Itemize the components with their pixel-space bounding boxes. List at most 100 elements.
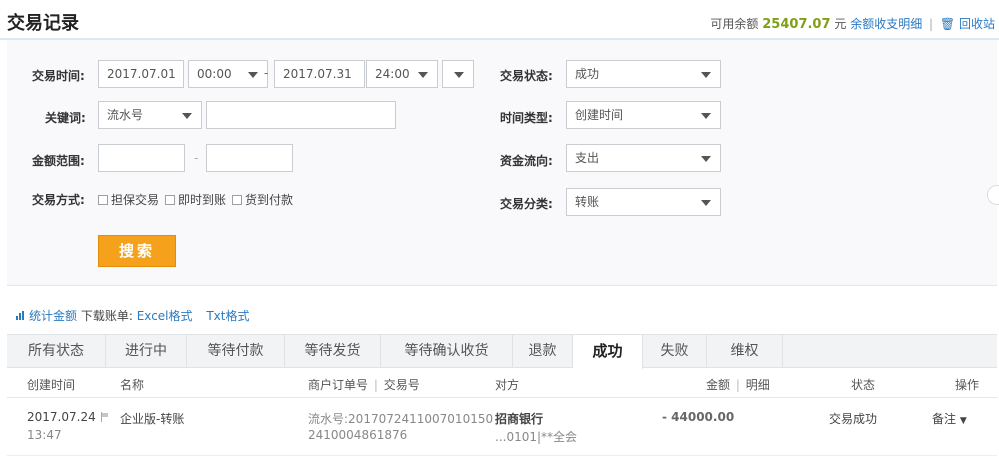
checkbox-box[interactable]	[165, 195, 175, 205]
end-date-field[interactable]: 2017.07.31	[274, 60, 365, 88]
instant-checkbox[interactable]: 即时到账	[165, 191, 226, 208]
start-time-select[interactable]: 00:00	[188, 60, 268, 88]
tab-success[interactable]: 成功	[573, 335, 643, 369]
col-name: 名称	[120, 378, 145, 392]
guarantee-checkbox[interactable]: 担保交易	[98, 191, 159, 208]
status-tabs: 所有状态 进行中 等待付款 等待发货 等待确认收货 退款 成功 失败 维权	[7, 334, 997, 369]
chevron-down-icon: ▼	[959, 416, 967, 426]
checkbox-box[interactable]	[98, 195, 108, 205]
trade-mode-label: 交易方式:	[32, 193, 85, 207]
tab-awaiting-shipment[interactable]: 等待发货	[285, 335, 381, 368]
tab-in-progress[interactable]: 进行中	[106, 335, 187, 368]
col-order-label: 商户订单号	[308, 378, 369, 392]
amount-range-separator: -	[194, 151, 199, 165]
keyword-type-value: 流水号	[107, 108, 144, 122]
col-amount-label: 金额	[706, 378, 731, 392]
col-detail-label: 明细	[745, 378, 770, 392]
tab-all-status[interactable]: 所有状态	[7, 335, 106, 368]
balance-value: 25407.07	[762, 17, 831, 32]
row-amount: - 44000.00	[662, 410, 735, 424]
chevron-down-icon	[701, 200, 711, 206]
chevron-down-icon	[248, 72, 258, 78]
time-label: 交易时间:	[32, 69, 85, 83]
chevron-down-icon	[182, 113, 192, 119]
trash-icon[interactable]: 🗑	[940, 17, 955, 31]
instant-label: 即时到账	[178, 193, 227, 207]
row-counterparty: 招商银行	[495, 412, 544, 426]
balance-area: 可用余额 25407.07 元 余额收支明细 | 🗑 回收站	[710, 15, 995, 32]
row-date: 2017.07.24	[27, 410, 96, 424]
tab-rights[interactable]: 维权	[707, 335, 783, 368]
header-divider: |	[929, 17, 934, 31]
amount-label: 金额范围:	[32, 154, 85, 168]
quick-range-select[interactable]	[442, 60, 474, 88]
search-button[interactable]: 搜索	[98, 235, 176, 267]
cod-label: 货到付款	[245, 193, 294, 207]
end-time-select[interactable]: 24:00	[366, 60, 438, 88]
excel-download-link[interactable]: Excel格式	[137, 309, 193, 323]
chevron-down-icon	[454, 72, 464, 78]
row-status: 交易成功	[829, 412, 878, 426]
filter-panel: 交易时间: 2017.07.01 00:00 - 2017.07.31 24:0…	[7, 40, 997, 286]
start-time-value: 00:00	[197, 67, 232, 81]
row-time: 13:47	[27, 428, 62, 442]
fund-flow-label: 资金流向:	[500, 154, 553, 168]
col-order: 商户订单号 | 交易号	[308, 376, 420, 393]
checkbox-box[interactable]	[232, 195, 242, 205]
recycle-bin-link[interactable]: 回收站	[959, 17, 995, 31]
flag-icon[interactable]	[101, 411, 109, 425]
chevron-down-icon	[418, 72, 428, 78]
col-amount-sep: |	[735, 378, 740, 392]
balance-unit: 元	[834, 17, 847, 31]
col-action: 操作	[955, 378, 980, 392]
status-value: 成功	[575, 67, 600, 81]
keyword-input[interactable]	[206, 101, 396, 129]
col-amount: 金额 | 明细	[706, 376, 770, 393]
cod-checkbox[interactable]: 货到付款	[232, 191, 293, 208]
download-bar: 统计金额 下载账单: Excel格式 Txt格式	[16, 307, 249, 324]
balance-detail-link[interactable]: 余额收支明细	[850, 17, 922, 31]
chevron-down-icon	[701, 72, 711, 78]
time-type-label: 时间类型:	[500, 111, 553, 125]
remark-label: 备注	[932, 412, 957, 426]
time-type-value: 创建时间	[575, 108, 624, 122]
txt-download-link[interactable]: Txt格式	[206, 309, 249, 323]
keyword-label: 关键词:	[45, 111, 86, 125]
balance-label: 可用余额	[710, 17, 759, 31]
end-time-value: 24:00	[375, 67, 410, 81]
row-serial-line2: 2410004861876	[308, 428, 408, 442]
table-row: 2017.07.24 13:47 企业版-转账 流水号:201707241100…	[7, 398, 997, 456]
table-header: 创建时间 名称 商户订单号 | 交易号 对方 金额 | 明细 状态 操作	[7, 368, 997, 398]
date-range-separator: -	[264, 66, 269, 80]
start-date-field[interactable]: 2017.07.01	[98, 60, 184, 88]
keyword-type-select[interactable]: 流水号	[98, 101, 202, 129]
remark-dropdown[interactable]: 备注 ▼	[932, 410, 967, 427]
chevron-down-icon	[701, 113, 711, 119]
amount-max-input[interactable]	[206, 144, 293, 172]
row-name: 企业版-转账	[120, 412, 185, 426]
time-type-select[interactable]: 创建时间	[566, 101, 721, 129]
tab-refund[interactable]: 退款	[513, 335, 573, 368]
status-select[interactable]: 成功	[566, 60, 721, 88]
tab-failed[interactable]: 失败	[643, 335, 707, 368]
tab-awaiting-receipt[interactable]: 等待确认收货	[381, 335, 513, 368]
row-serial-line1: 流水号:2017072411007010150	[308, 412, 494, 426]
category-value: 转账	[575, 195, 600, 209]
page-header: 交易记录 可用余额 25407.07 元 余额收支明细 | 🗑 回收站	[0, 0, 999, 40]
page-title: 交易记录	[7, 13, 79, 34]
col-order-sep: |	[373, 378, 378, 392]
category-select[interactable]: 转账	[566, 188, 721, 216]
fund-flow-select[interactable]: 支出	[566, 144, 721, 172]
category-label: 交易分类:	[500, 197, 553, 211]
col-counterparty: 对方	[495, 378, 520, 392]
bar-chart-icon	[16, 311, 27, 320]
download-label: 下载账单:	[80, 309, 133, 323]
stats-amount-link[interactable]: 统计金额	[29, 309, 77, 323]
col-txn-label: 交易号	[383, 378, 420, 392]
col-created: 创建时间	[27, 378, 76, 392]
status-label: 交易状态:	[500, 69, 553, 83]
guarantee-label: 担保交易	[111, 193, 160, 207]
col-status: 状态	[851, 378, 876, 392]
amount-min-input[interactable]	[98, 144, 185, 172]
tab-awaiting-payment[interactable]: 等待付款	[187, 335, 285, 368]
